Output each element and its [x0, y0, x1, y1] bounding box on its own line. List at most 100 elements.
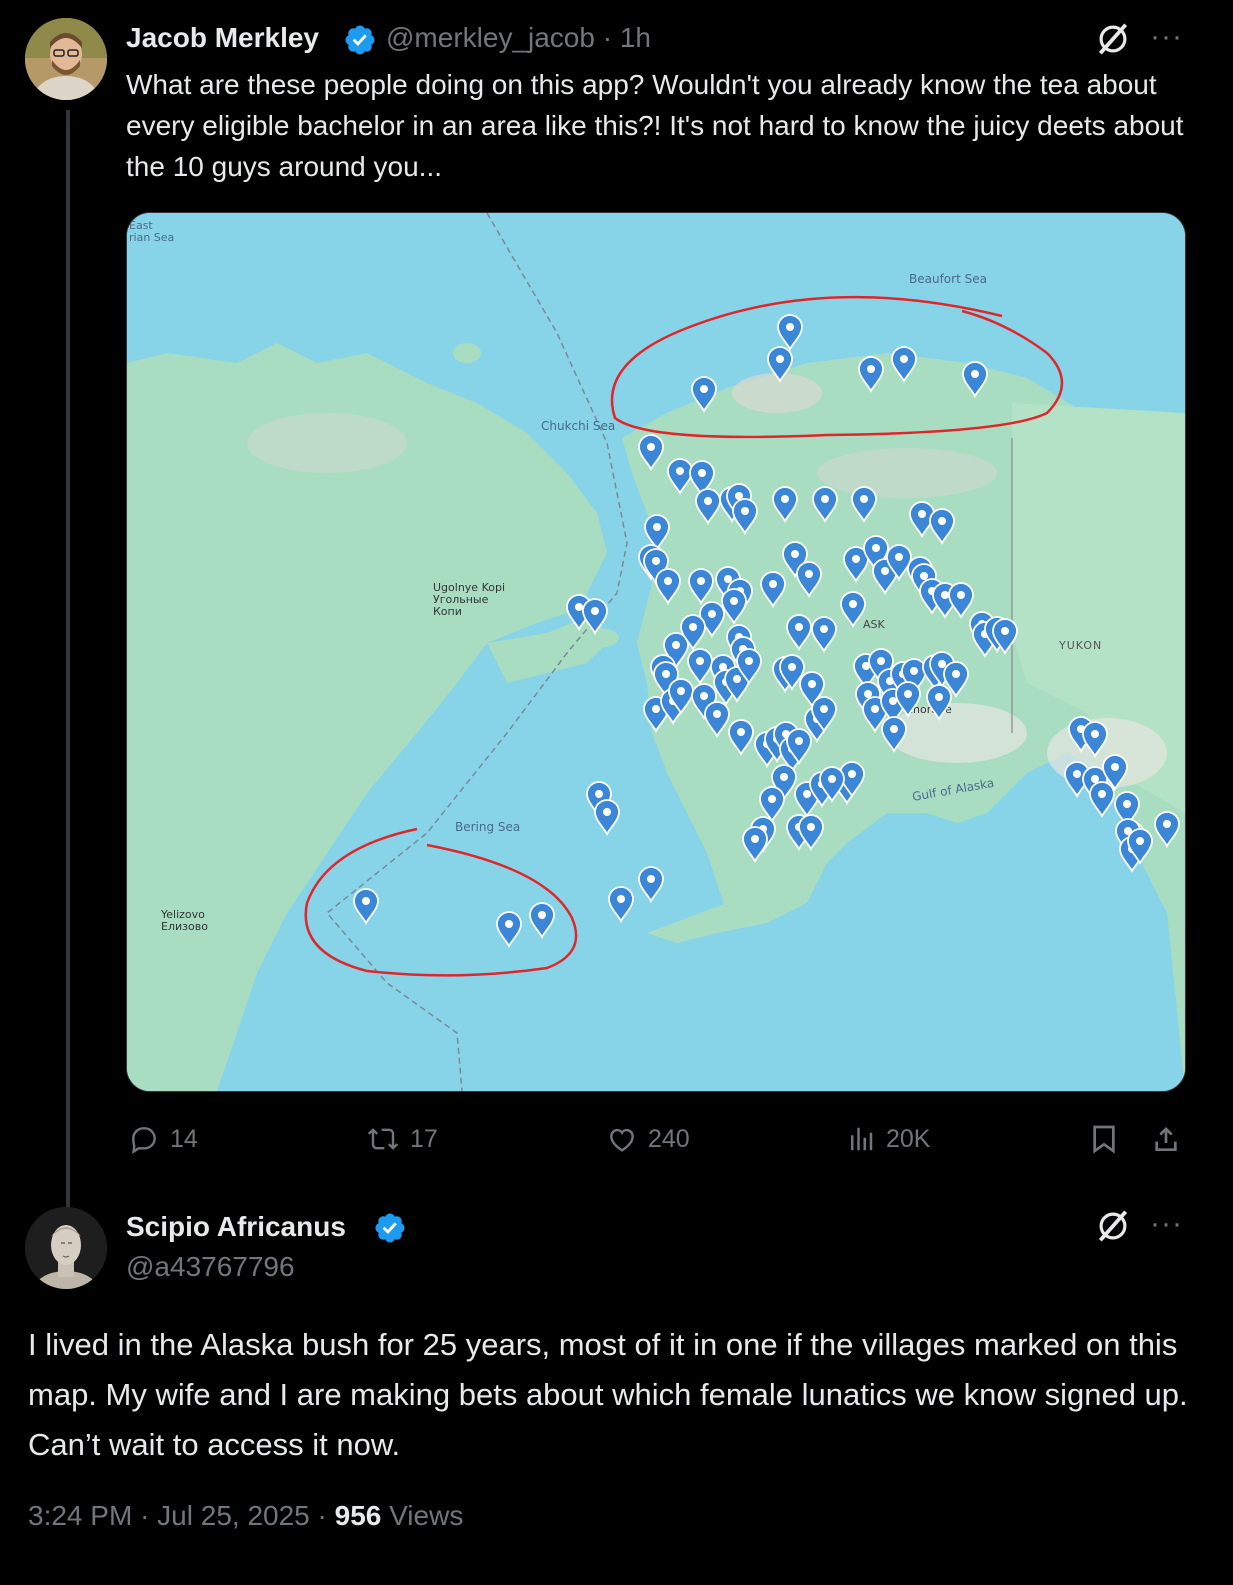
- location-pin-dot: [776, 355, 784, 363]
- location-pin-dot: [652, 705, 660, 713]
- verified-badge-icon: [345, 25, 375, 55]
- bookmark-icon: [1093, 1125, 1115, 1154]
- tweet-text: What are these people doing on this app?…: [126, 69, 1184, 182]
- map-label-bering: Bering Sea: [455, 820, 520, 834]
- location-pin-dot: [769, 580, 777, 588]
- views-count: 956: [334, 1500, 382, 1531]
- like-count: 240: [648, 1124, 690, 1153]
- map-illustration: East rian Sea Beaufort Sea Chukchi Sea Ug…: [127, 213, 1185, 1091]
- location-pin-dot: [1073, 770, 1081, 778]
- location-pin-dot: [820, 705, 828, 713]
- location-pin-dot: [860, 495, 868, 503]
- location-pin-dot: [689, 623, 697, 631]
- like-action[interactable]: 240: [606, 1118, 690, 1160]
- location-pin-dot: [821, 495, 829, 503]
- location-pin-dot: [941, 591, 949, 599]
- location-pin-dot: [575, 603, 583, 611]
- tweet-text: I lived in the Alaska bush for 25 years,…: [28, 1327, 1188, 1462]
- location-pin-dot: [786, 323, 794, 331]
- location-pin-dot: [803, 790, 811, 798]
- location-pin-dot: [781, 495, 789, 503]
- location-pin-dot: [647, 875, 655, 883]
- location-pin-dot: [704, 497, 712, 505]
- location-pin-dot: [920, 572, 928, 580]
- location-pin-dot: [867, 365, 875, 373]
- post-metadata: 3:24 PM · Jul 25, 2025 · 956 Views: [28, 1500, 464, 1531]
- repost-count: 17: [410, 1124, 438, 1153]
- location-pin-dot: [828, 775, 836, 783]
- grok-icon[interactable]: [1094, 1207, 1132, 1245]
- location-pin-dot: [696, 657, 704, 665]
- location-pin-dot: [730, 597, 738, 605]
- location-pin-dot: [677, 687, 685, 695]
- location-pin-dot: [971, 370, 979, 378]
- location-pin-dot: [700, 692, 708, 700]
- avatar-photo-icon: [25, 18, 107, 100]
- reply-count: 14: [170, 1124, 198, 1153]
- map-label-chukchi: Chukchi Sea: [541, 419, 615, 433]
- location-pin-dot: [910, 667, 918, 675]
- location-pin-dot: [647, 443, 655, 451]
- location-pin-dot: [708, 610, 716, 618]
- share-icon: [1155, 1127, 1177, 1151]
- location-pin-dot: [805, 570, 813, 578]
- post-date[interactable]: Jul 25, 2025: [157, 1500, 310, 1531]
- views-icon: [851, 1127, 873, 1151]
- author-name[interactable]: Jacob Merkley: [126, 22, 319, 54]
- location-pin-dot: [662, 670, 670, 678]
- location-pin-dot: [505, 920, 513, 928]
- like-icon: [610, 1128, 634, 1152]
- repost-icon: [367, 1128, 399, 1150]
- location-pin-dot: [737, 728, 745, 736]
- location-pin-dot: [745, 657, 753, 665]
- author-name[interactable]: Scipio Africanus: [126, 1211, 346, 1243]
- share-action[interactable]: [1150, 1118, 1182, 1160]
- location-pin-dot: [652, 557, 660, 565]
- repost-action[interactable]: 17: [366, 1118, 438, 1160]
- more-icon[interactable]: ···: [1150, 20, 1183, 54]
- location-pin-dot: [918, 510, 926, 518]
- location-pin-dot: [820, 625, 828, 633]
- post-time[interactable]: 3:24 PM: [28, 1500, 132, 1531]
- avatar[interactable]: [25, 18, 107, 100]
- reply-action[interactable]: 14: [128, 1118, 198, 1160]
- location-pin-dot: [795, 623, 803, 631]
- map-label-ugolnye-cyr2: Копи: [433, 605, 462, 618]
- location-pin-dot: [780, 773, 788, 781]
- location-pin-dot: [768, 795, 776, 803]
- location-pin-dot: [653, 523, 661, 531]
- location-pin-dot: [938, 517, 946, 525]
- more-icon[interactable]: ···: [1150, 1207, 1183, 1241]
- view-count: 20K: [886, 1124, 931, 1153]
- avatar[interactable]: [25, 1207, 107, 1289]
- views-action[interactable]: 20K: [846, 1118, 930, 1160]
- map-label-alaska: ASK: [863, 618, 886, 631]
- location-pin-dot: [872, 544, 880, 552]
- author-handle-text[interactable]: @merkley_jacob: [386, 22, 595, 53]
- location-pin-dot: [807, 823, 815, 831]
- map-label-yelizovo-cyr: Елизово: [161, 920, 208, 933]
- map-image[interactable]: East rian Sea Beaufort Sea Chukchi Sea Ug…: [126, 212, 1186, 1092]
- location-pin-dot: [849, 600, 857, 608]
- post-time[interactable]: 1h: [620, 22, 651, 53]
- location-pin-dot: [362, 897, 370, 905]
- location-pin-dot: [957, 591, 965, 599]
- author-handle[interactable]: @a43767796: [126, 1251, 295, 1283]
- grok-icon[interactable]: [1094, 20, 1132, 58]
- location-pin-dot: [791, 550, 799, 558]
- verified-badge-icon: [375, 1213, 405, 1243]
- location-pin-dot: [741, 507, 749, 515]
- location-pin-dot: [1098, 790, 1106, 798]
- author-handle[interactable]: @merkley_jacob · 1h: [386, 22, 651, 54]
- location-pin-dot: [938, 660, 946, 668]
- location-pin-dot: [852, 555, 860, 563]
- location-pin-dot: [713, 710, 721, 718]
- location-pin-dot: [672, 641, 680, 649]
- bookmark-action[interactable]: [1088, 1118, 1120, 1160]
- location-pin-dot: [871, 705, 879, 713]
- location-pin-dot: [895, 553, 903, 561]
- location-pin-dot: [1163, 820, 1171, 828]
- location-pin-dot: [808, 680, 816, 688]
- map-label-beaufort: Beaufort Sea: [909, 272, 987, 286]
- location-pin-dot: [890, 725, 898, 733]
